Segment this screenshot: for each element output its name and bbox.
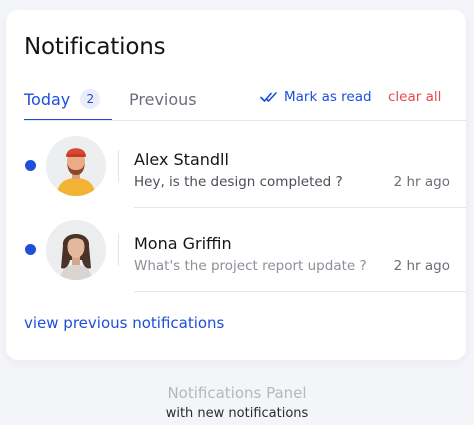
- caption-title: Notifications Panel: [167, 384, 307, 402]
- double-check-icon: [260, 92, 277, 102]
- person-avatar-icon: [46, 136, 106, 196]
- notifications-panel: Notifications Today 2 Previous Mark as r…: [6, 10, 466, 360]
- sender-name: Alex Standll: [134, 150, 229, 169]
- clear-all-button[interactable]: clear all: [388, 89, 441, 105]
- notification-item[interactable]: Mona Griffin What's the project report u…: [6, 208, 466, 292]
- unread-dot-icon: [25, 244, 36, 255]
- tab-today[interactable]: Today 2: [24, 82, 101, 120]
- divider: [24, 120, 466, 121]
- panel-title: Notifications: [24, 34, 166, 60]
- unread-dot-icon: [25, 160, 36, 171]
- sender-name: Mona Griffin: [134, 234, 232, 253]
- mark-as-read-label: Mark as read: [284, 89, 372, 105]
- tab-previous[interactable]: Previous: [129, 90, 197, 109]
- mark-as-read-button[interactable]: Mark as read: [260, 89, 372, 105]
- tab-count-badge: 2: [80, 89, 101, 109]
- separator: [118, 234, 119, 266]
- notification-time: 2 hr ago: [393, 258, 450, 274]
- notification-message: What's the project report update ?: [134, 258, 367, 274]
- divider: [134, 291, 466, 292]
- notification-message: Hey, is the design completed ?: [134, 174, 343, 190]
- tabs-bar: Today 2 Previous Mark as read clear all: [6, 82, 466, 121]
- view-previous-link[interactable]: view previous notifications: [24, 314, 224, 332]
- person-avatar-icon: [46, 220, 106, 280]
- notification-time: 2 hr ago: [393, 174, 450, 190]
- notification-item[interactable]: Alex Standll Hey, is the design complete…: [6, 124, 466, 208]
- separator: [118, 150, 119, 182]
- avatar: [46, 220, 106, 280]
- caption-subtitle: with new notifications: [165, 406, 309, 421]
- avatar: [46, 136, 106, 196]
- tab-today-label: Today: [24, 90, 71, 109]
